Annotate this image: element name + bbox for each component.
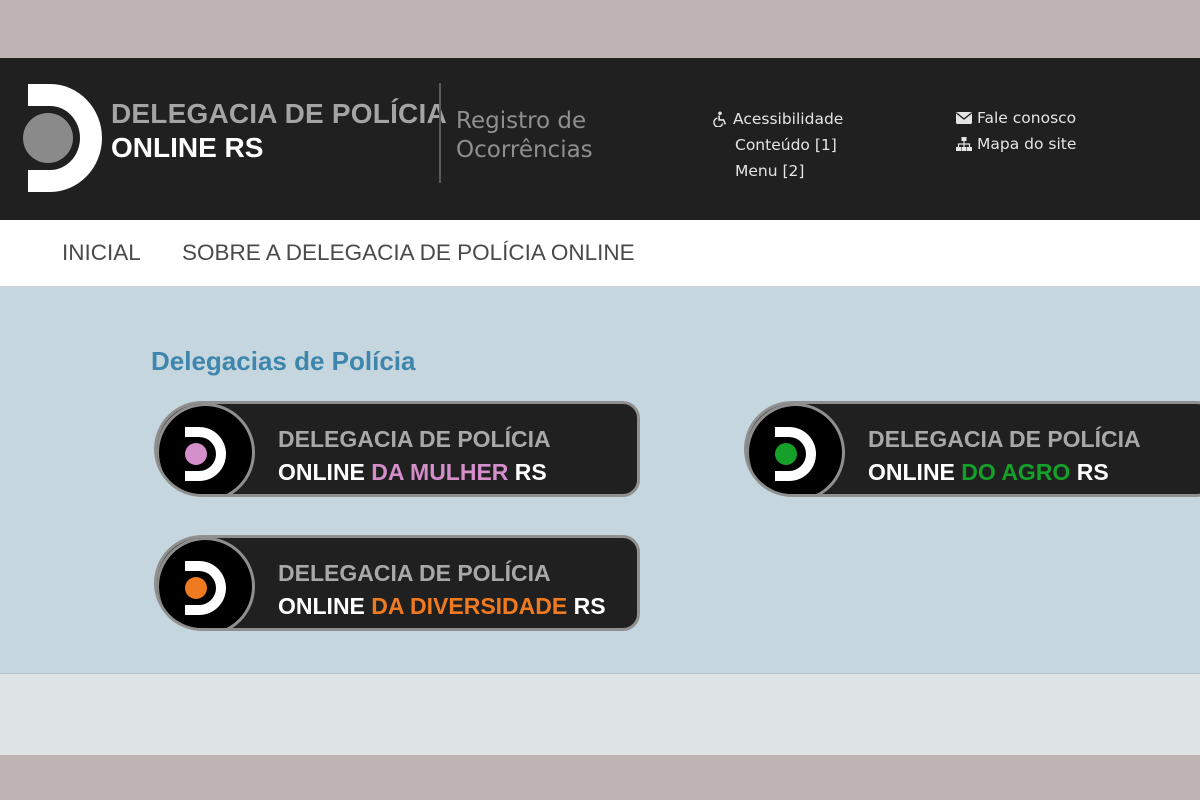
delegacia-line2: ONLINE DA DIVERSIDADE RS (278, 590, 606, 623)
logo-icon[interactable] (22, 84, 102, 192)
sitemap-icon (956, 137, 972, 151)
accent-dot (185, 577, 207, 599)
delegacia-prefix: ONLINE (868, 459, 962, 485)
accessibility-title-row[interactable]: Acessibilidade (711, 106, 843, 132)
frame-top (0, 0, 1200, 58)
delegacia-suffix: RS (508, 459, 547, 485)
brand-line1: DELEGACIA DE POLÍCIA (111, 98, 447, 129)
delegacia-mulher-button[interactable]: DELEGACIA DE POLÍCIA ONLINE DA MULHER RS (154, 401, 640, 497)
delegacia-agro-button[interactable]: DELEGACIA DE POLÍCIA ONLINE DO AGRO RS (744, 401, 1200, 497)
delegacia-diversidade-label: DELEGACIA DE POLÍCIA ONLINE DA DIVERSIDA… (278, 557, 606, 623)
accent-dot (185, 443, 207, 465)
delegacia-line1: DELEGACIA DE POLÍCIA (278, 560, 551, 586)
contact-label: Fale conosco (977, 109, 1077, 127)
main-content: Delegacias de Polícia DELEGACIA DE POLÍC… (0, 287, 1200, 674)
delegacia-line2: ONLINE DO AGRO RS (868, 456, 1141, 489)
nav-item-inicial[interactable]: INICIAL (62, 240, 141, 266)
main-nav: INICIAL SOBRE A DELEGACIA DE POLÍCIA ONL… (0, 220, 1200, 287)
site-subtitle: Registro de Ocorrências (456, 107, 656, 165)
delegacia-suffix: RS (1070, 459, 1109, 485)
accent-dot (775, 443, 797, 465)
accessibility-menu: Acessibilidade Conteúdo [1] Menu [2] (711, 106, 843, 184)
delegacia-highlight: DA MULHER (371, 459, 509, 485)
subtitle-line1: Registro de (456, 108, 587, 134)
section-title: Delegacias de Polícia (151, 346, 416, 376)
accessibility-label: Acessibilidade (733, 110, 844, 128)
brand-name[interactable]: DELEGACIA DE POLÍCIA ONLINE RS (111, 97, 447, 165)
delegacia-line2: ONLINE DA MULHER RS (278, 456, 551, 489)
d-logo-icon (185, 427, 226, 481)
delegacia-diversidade-logo (157, 538, 255, 628)
envelope-icon (956, 112, 972, 124)
utility-links: Fale conosco Mapa do site (955, 105, 1076, 157)
delegacia-agro-logo (747, 404, 845, 494)
sitemap-link[interactable]: Mapa do site (955, 131, 1076, 157)
delegacia-mulher-logo (157, 404, 255, 494)
skip-to-menu-link[interactable]: Menu [2] (711, 158, 843, 184)
frame-bottom (0, 755, 1200, 800)
skip-to-content-link[interactable]: Conteúdo [1] (711, 132, 843, 158)
delegacia-diversidade-button[interactable]: DELEGACIA DE POLÍCIA ONLINE DA DIVERSIDA… (154, 535, 640, 631)
delegacia-agro-label: DELEGACIA DE POLÍCIA ONLINE DO AGRO RS (868, 423, 1141, 489)
delegacia-prefix: ONLINE (278, 593, 372, 619)
delegacia-highlight: DO AGRO (961, 459, 1071, 485)
delegacia-line1: DELEGACIA DE POLÍCIA (868, 426, 1141, 452)
contact-link[interactable]: Fale conosco (955, 105, 1076, 131)
wheelchair-icon (713, 111, 727, 127)
brand-divider (439, 83, 441, 183)
d-logo-icon (775, 427, 816, 481)
d-logo-icon (185, 561, 226, 615)
delegacia-prefix: ONLINE (278, 459, 372, 485)
delegacia-mulher-label: DELEGACIA DE POLÍCIA ONLINE DA MULHER RS (278, 423, 551, 489)
delegacia-highlight: DA DIVERSIDADE (371, 593, 568, 619)
delegacia-line1: DELEGACIA DE POLÍCIA (278, 426, 551, 452)
nav-item-sobre[interactable]: SOBRE A DELEGACIA DE POLÍCIA ONLINE (182, 240, 635, 266)
site-header: DELEGACIA DE POLÍCIA ONLINE RS Registro … (0, 58, 1200, 220)
sitemap-label: Mapa do site (977, 135, 1077, 153)
subtitle-line2: Ocorrências (456, 137, 593, 163)
footer-band (0, 674, 1200, 755)
brand-line2: ONLINE RS (111, 132, 264, 163)
delegacia-suffix: RS (567, 593, 606, 619)
